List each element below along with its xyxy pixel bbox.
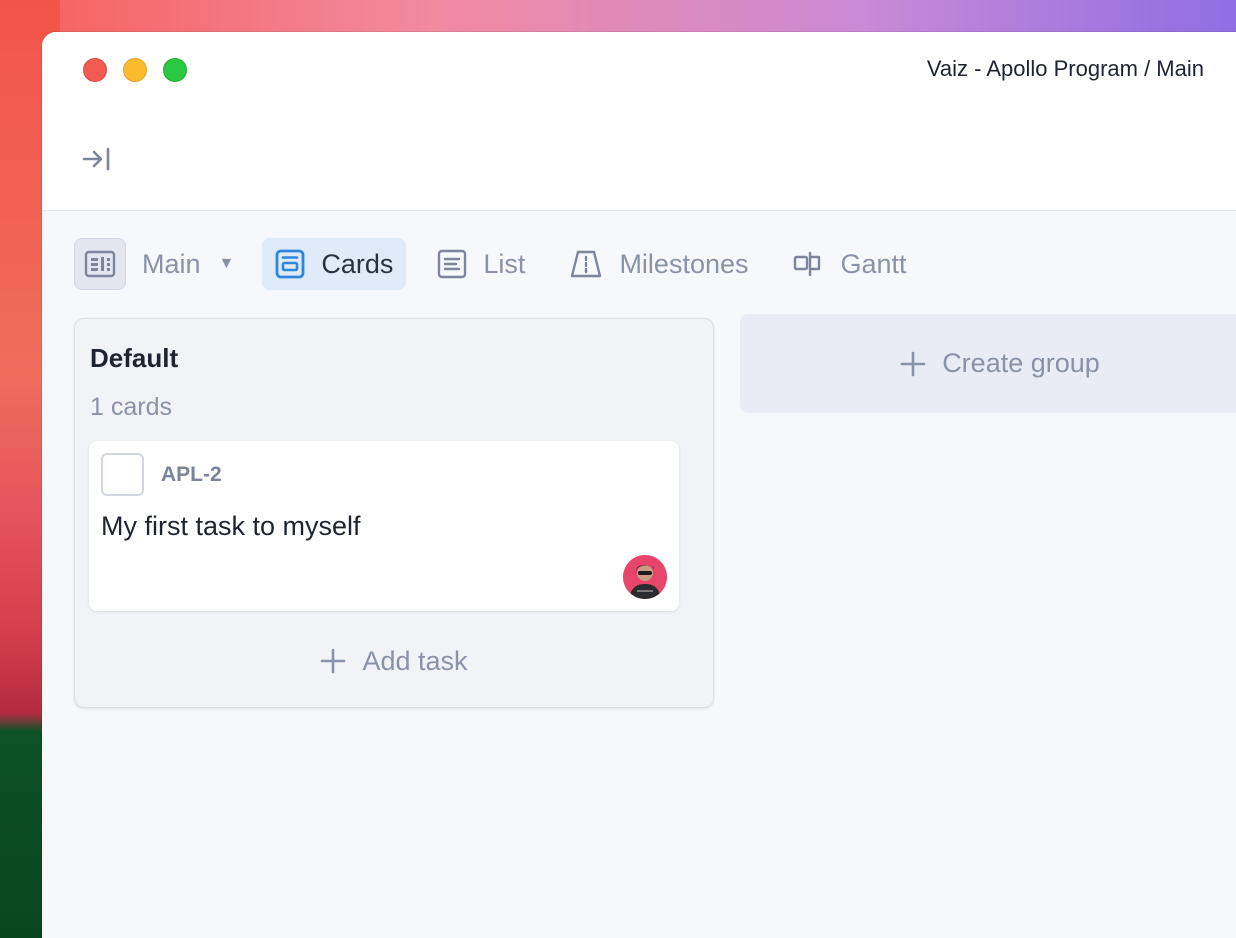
task-checkbox[interactable] — [101, 453, 144, 496]
title-bar: Vaiz - Apollo Program / Main — [42, 32, 1236, 211]
window-close-button[interactable] — [83, 58, 107, 82]
tab-cards-label: Cards — [321, 248, 394, 279]
add-task-label: Add task — [362, 645, 468, 676]
tab-list[interactable]: List — [424, 238, 538, 290]
app-window: Vaiz - Apollo Program / Main Main ▼ Card… — [42, 32, 1236, 938]
window-minimize-button[interactable] — [123, 58, 147, 82]
card-group-default: Default 1 cards APL-2 My first task to m… — [74, 318, 714, 708]
cards-icon — [275, 249, 305, 279]
tab-gantt[interactable]: Gantt — [780, 238, 920, 290]
create-group-label: Create group — [942, 348, 1100, 378]
window-title: Vaiz - Apollo Program / Main — [926, 56, 1204, 81]
task-key: APL-2 — [161, 463, 222, 486]
expand-sidebar-icon — [82, 147, 110, 171]
tab-cards[interactable]: Cards — [262, 238, 407, 290]
gantt-icon — [793, 249, 825, 279]
tab-milestones[interactable]: Milestones — [556, 238, 761, 290]
assignee-avatar[interactable] — [623, 555, 667, 599]
group-title: Default — [90, 343, 179, 373]
window-maximize-button[interactable] — [163, 58, 187, 82]
board-name: Main — [142, 248, 201, 279]
caret-down-icon: ▼ — [218, 255, 235, 272]
group-card-count: 1 cards — [90, 393, 172, 421]
tab-list-label: List — [483, 248, 526, 279]
add-task-button[interactable]: Add task — [75, 641, 713, 681]
create-group-button[interactable]: Create group — [740, 314, 1236, 413]
list-icon — [437, 249, 467, 279]
tab-gantt-label: Gantt — [840, 248, 907, 279]
board-icon — [84, 250, 116, 278]
expand-sidebar-button[interactable] — [78, 142, 116, 176]
plus-icon — [900, 351, 926, 377]
task-title: My first task to myself — [101, 511, 361, 541]
board-selector[interactable]: Main ▼ — [142, 249, 234, 280]
view-switcher: Main ▼ Cards List Milestones Gantt — [74, 238, 938, 290]
milestones-icon — [569, 249, 603, 279]
board-menu-button[interactable] — [74, 238, 126, 290]
task-card[interactable]: APL-2 My first task to myself — [89, 441, 679, 611]
tab-milestones-label: Milestones — [619, 248, 749, 279]
plus-icon — [320, 648, 346, 674]
